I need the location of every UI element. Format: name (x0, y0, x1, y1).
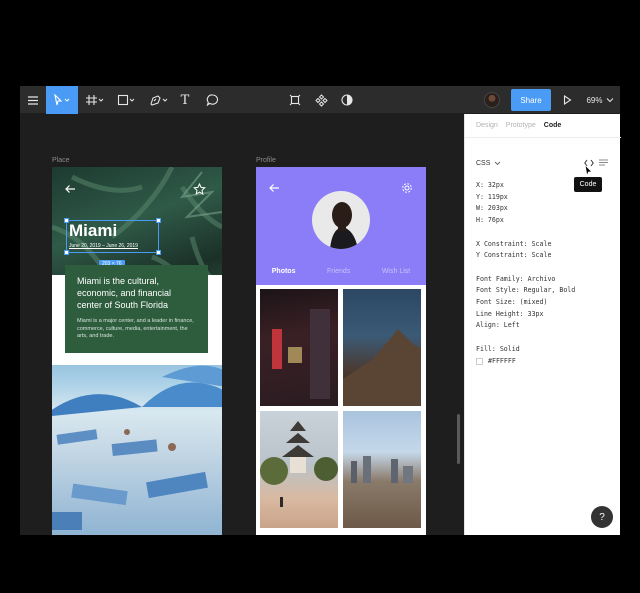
place-title: Miami (69, 221, 118, 240)
code-tooltip: Code (574, 177, 602, 192)
frame-tool-button[interactable] (82, 86, 108, 114)
prop-fill-hex: #FFFFFF (488, 356, 516, 365)
shape-tool-button[interactable] (114, 86, 140, 114)
photo-rock[interactable] (343, 289, 421, 406)
star-icon[interactable] (193, 183, 206, 196)
tab-design[interactable]: Design (476, 122, 498, 129)
prop-y: Y: 119px (476, 192, 508, 201)
move-tool-button[interactable] (46, 86, 78, 114)
profile-tabs: Photos Friends Wish List (256, 262, 426, 280)
help-icon: ? (599, 511, 605, 523)
toolbar: T Share 69% (20, 86, 620, 114)
fill-swatch (476, 357, 483, 365)
language-dropdown[interactable]: CSS (476, 157, 501, 169)
avatar-icon (484, 92, 500, 108)
comment-icon (206, 94, 218, 106)
profile-frame[interactable]: Photos Friends Wish List (256, 167, 426, 535)
tab-friends[interactable]: Friends (327, 268, 350, 275)
frame-label-profile[interactable]: Profile (256, 157, 276, 164)
list-lines-icon[interactable] (599, 159, 608, 166)
tab-prototype[interactable]: Prototype (506, 122, 536, 129)
back-arrow-icon[interactable] (64, 184, 76, 194)
comment-tool-button[interactable] (202, 86, 222, 114)
info-headline: Miami is the cultural, economic, and fin… (77, 276, 172, 310)
photo-neon-street[interactable] (260, 289, 338, 406)
selected-title-block[interactable]: Miami June 20, 2019 – June 26, 2019 (64, 218, 161, 255)
chevron-down-icon (495, 161, 501, 165)
prop-fill: Fill: Solid (476, 344, 520, 353)
frame-hash-icon (86, 95, 104, 105)
place-frame[interactable]: Miami June 20, 2019 – June 26, 2019 203 … (52, 167, 222, 535)
half-circle-icon (341, 94, 353, 106)
share-button[interactable]: Share (511, 89, 551, 111)
pen-icon (150, 95, 168, 106)
crop-tool-button[interactable] (286, 86, 304, 114)
photo-city-lake[interactable] (343, 411, 421, 528)
prop-font-family: Font Family: Archivo (476, 274, 556, 283)
text-tool-button[interactable]: T (176, 86, 194, 114)
rectangle-icon (117, 94, 135, 106)
figma-window: T Share 69% Place Profile Miami June 20,… (20, 86, 621, 535)
play-icon (563, 95, 571, 105)
present-button[interactable] (558, 86, 576, 114)
component-tool-button[interactable] (312, 86, 330, 114)
prop-font-style: Font Style: Regular, Bold (476, 286, 576, 295)
prop-font-size: Font Size: (mixed) (476, 298, 548, 306)
main-menu-button[interactable] (22, 86, 44, 114)
profile-avatar (312, 191, 370, 249)
hamburger-icon (28, 95, 38, 105)
prop-w: W: 203px (476, 204, 508, 213)
contrast-tool-button[interactable] (338, 86, 356, 114)
prop-x: X: 32px (476, 181, 504, 189)
frame-label-place[interactable]: Place (52, 157, 70, 164)
prop-align: Align: Left (476, 321, 520, 330)
photo-grid (260, 289, 424, 531)
canvas[interactable]: Place Profile Miami June 20, 2019 – June… (20, 114, 464, 535)
zoom-value: 69% (586, 95, 603, 105)
text-tool-icon: T (180, 92, 190, 108)
settings-gear-icon[interactable] (401, 182, 413, 194)
component-diamond-icon (314, 93, 328, 107)
prop-constraint-x: X Constraint: Scale (476, 239, 552, 248)
canvas-scrollbar[interactable] (457, 414, 460, 464)
user-avatar[interactable] (481, 86, 503, 114)
pen-tool-button[interactable] (146, 86, 172, 114)
cursor-arrow-icon (54, 94, 70, 106)
info-body: Miami is a major center, and a leader in… (77, 318, 194, 339)
place-dates: June 20, 2019 – June 26, 2019 (69, 243, 138, 249)
prop-constraint-y: Y Constraint: Scale (476, 251, 552, 260)
share-button-label: Share (520, 95, 542, 105)
tab-code[interactable]: Code (544, 122, 562, 129)
help-button[interactable]: ? (591, 506, 613, 528)
beach-image (52, 337, 222, 535)
properties-panel: Design Prototype Code CSS Code X: 32px Y… (464, 114, 621, 535)
mouse-pointer-icon (584, 164, 593, 177)
info-card[interactable]: Miami is the cultural, economic, and fin… (65, 265, 208, 353)
photo-pagoda[interactable] (260, 411, 338, 528)
prop-fill-row: #FFFFFF (476, 356, 516, 368)
tab-wish-list[interactable]: Wish List (382, 268, 410, 275)
back-arrow-icon[interactable] (268, 183, 280, 193)
selection-handle-tr[interactable] (156, 218, 161, 223)
prop-h: H: 76px (476, 216, 504, 225)
language-value: CSS (476, 159, 491, 167)
crop-frame-icon (289, 94, 301, 106)
chevron-down-icon (606, 98, 613, 103)
zoom-dropdown[interactable]: 69% (582, 86, 618, 114)
tab-photos[interactable]: Photos (272, 268, 296, 275)
selection-handle-br[interactable] (156, 250, 161, 255)
prop-line-height: Line Height: 33px (476, 309, 544, 318)
selection-handle-bl[interactable] (64, 250, 69, 255)
panel-tabs: Design Prototype Code (465, 114, 621, 138)
